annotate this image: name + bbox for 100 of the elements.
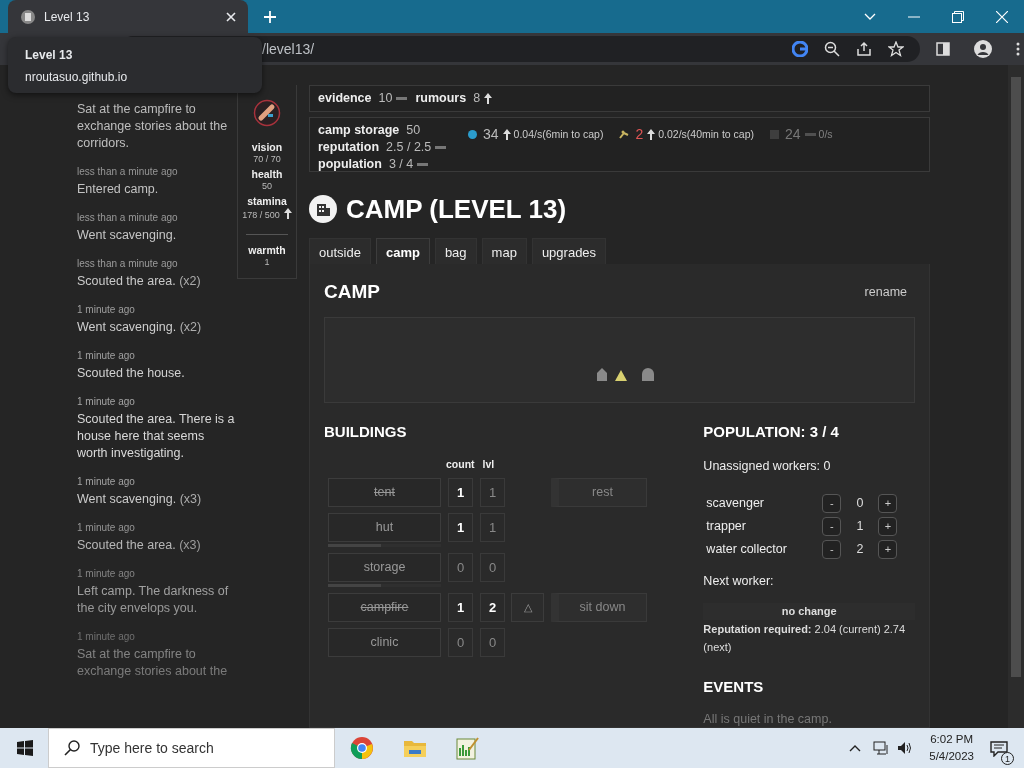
search-field[interactable]: Type here to search — [48, 728, 335, 768]
notification-count: 1 — [1001, 752, 1014, 765]
stat-label: warmth — [247, 244, 287, 257]
resource-value: 34 — [483, 125, 499, 144]
stat-label: camp storage — [318, 122, 400, 139]
windows-start-icon[interactable] — [17, 740, 33, 756]
restore-icon[interactable] — [952, 10, 964, 23]
log-time: 1 minute ago — [77, 521, 136, 535]
minimize-icon[interactable] — [908, 15, 920, 18]
profile-icon[interactable] — [974, 40, 992, 58]
count-cell: 1 — [448, 477, 473, 507]
tab[interactable]: camp — [375, 238, 430, 264]
log-message: Went scavenging. (x2) — [77, 319, 203, 336]
level-cell: 1 — [480, 477, 505, 507]
reputation-requirement: Reputation required: 2.04 (current) 2.74 (next) — [703, 621, 907, 655]
building-button[interactable]: hut — [328, 512, 441, 542]
clock-time[interactable]: 6:02 PM — [929, 731, 974, 748]
close-icon[interactable] — [226, 11, 236, 22]
stat-label: rumours — [415, 90, 467, 108]
decrement-button[interactable]: - — [822, 516, 842, 536]
log-time: 1 minute ago — [77, 395, 136, 409]
action-button[interactable]: sit down — [551, 592, 647, 622]
log-message: Scouted the house. — [77, 365, 186, 382]
network-icon[interactable] — [873, 741, 890, 755]
level-cell: 2 — [480, 592, 505, 622]
share-icon[interactable] — [856, 41, 872, 57]
browser-icon[interactable] — [350, 736, 374, 760]
spreadsheet-app-icon[interactable] — [455, 736, 479, 760]
stat-value: 8 — [473, 90, 481, 108]
stat-value: 70 / 70 — [252, 154, 282, 165]
action-button[interactable]: rest — [551, 477, 647, 507]
stat-value: 2.5 / 2.5 — [386, 139, 432, 156]
stat-label: evidence — [318, 90, 372, 108]
star-icon[interactable] — [888, 41, 904, 57]
sidebar-icon[interactable] — [936, 42, 950, 56]
building-button[interactable]: campfire — [328, 592, 441, 622]
count-cell: 0 — [448, 552, 473, 582]
new-tab-icon[interactable] — [263, 9, 277, 24]
resource-rate: 0.04/s(6min to cap) — [513, 126, 604, 142]
stat-value: 10 — [378, 90, 393, 108]
log-time: 1 minute ago — [77, 349, 136, 363]
clock-date[interactable]: 5/4/2023 — [929, 748, 974, 765]
chevron-up-icon[interactable] — [849, 744, 862, 752]
building-button[interactable]: clinic — [328, 627, 441, 657]
count-cell: 1 — [448, 592, 473, 622]
log-message: Left camp. The darkness of the city envelops you. — [77, 583, 230, 617]
level-cell: 0 — [480, 627, 505, 657]
log-message: Went scavenging. — [77, 227, 178, 244]
count-cell: 0 — [448, 627, 473, 657]
google-icon[interactable] — [792, 41, 808, 57]
tooltip-title: Level 13 — [25, 47, 74, 64]
building-button[interactable]: storage — [328, 552, 441, 582]
tab[interactable]: outside — [309, 238, 371, 264]
decrement-button[interactable]: - — [822, 493, 842, 513]
log-message: Scouted the area. (x2) — [77, 273, 202, 290]
log-message: Scouted the area. There is a house here that seems worth investigating. — [77, 411, 236, 462]
folder-icon[interactable] — [403, 738, 427, 758]
browser-tab[interactable]: Level 13 — [8, 0, 248, 33]
resource-rate: 0/s — [818, 126, 833, 142]
water-drop-icon — [468, 130, 477, 139]
tooltip-host: nroutasuo.github.io — [25, 69, 129, 86]
building-button[interactable]: tent — [328, 477, 441, 507]
search-icon — [64, 740, 80, 756]
stat-label: reputation — [318, 139, 380, 156]
chevron-down-icon[interactable] — [864, 12, 876, 21]
tab[interactable]: map — [481, 238, 527, 264]
log-time: less than a minute ago — [77, 257, 179, 271]
log-message: Sat at the campfire to exchange stories about the corridors. — [77, 101, 229, 152]
section-title: BUILDINGS — [324, 421, 408, 442]
favicon-icon — [20, 8, 36, 25]
stat-label: stamina — [246, 195, 288, 208]
increment-button[interactable]: + — [878, 539, 898, 559]
worker-label: scavenger — [706, 494, 766, 512]
zoom-out-icon[interactable] — [824, 41, 840, 57]
increment-button[interactable]: + — [878, 493, 898, 513]
worker-count: 1 — [855, 517, 865, 535]
tab[interactable]: bag — [434, 238, 477, 264]
menu-icon[interactable] — [1016, 42, 1020, 56]
log-message: Went scavenging. (x3) — [77, 491, 203, 508]
rename-link[interactable]: rename — [864, 282, 907, 302]
log-time: 1 minute ago — [77, 475, 136, 489]
tab[interactable]: upgrades — [531, 238, 607, 264]
worker-label: water collector — [706, 540, 788, 558]
log-message: Sat at the campfire to exchange stories about the — [77, 646, 229, 680]
stat-label: health — [250, 168, 284, 181]
increment-button[interactable]: + — [878, 516, 898, 536]
scrollbar[interactable] — [1008, 65, 1024, 728]
log-time: less than a minute ago — [77, 211, 179, 225]
level-cell: 1 — [480, 512, 505, 542]
food-icon — [619, 130, 630, 139]
stat-label: vision — [250, 141, 284, 154]
decrement-button[interactable]: - — [822, 539, 842, 559]
upgrade-button[interactable]: △ — [511, 592, 544, 622]
stat-value: 178 / 500 — [242, 210, 280, 220]
notifications-icon[interactable] — [990, 740, 1008, 757]
count-cell: 1 — [448, 512, 473, 542]
worker-count: 2 — [855, 540, 865, 558]
next-worker-label: Next worker: — [703, 572, 775, 590]
speaker-icon[interactable] — [897, 741, 914, 755]
log-time: 1 minute ago — [77, 303, 136, 317]
